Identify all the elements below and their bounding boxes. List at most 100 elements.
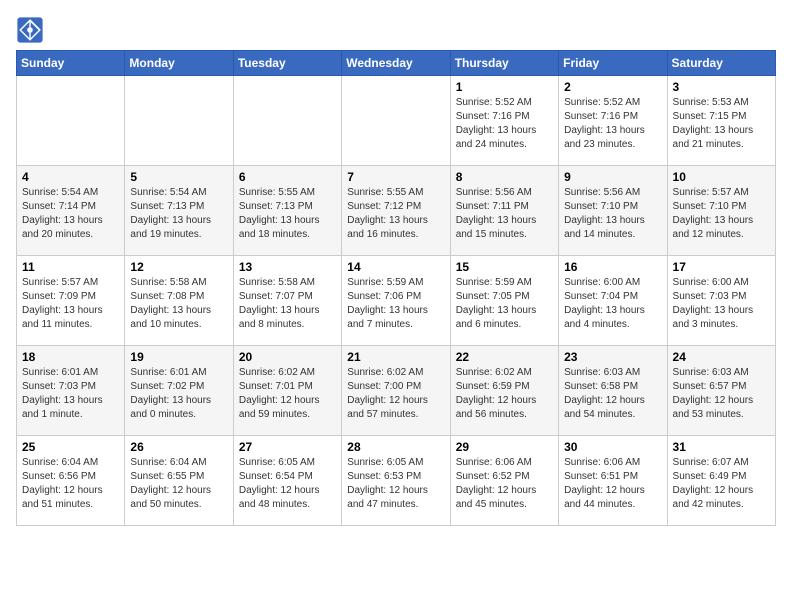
calendar-cell: 6Sunrise: 5:55 AM Sunset: 7:13 PM Daylig… <box>233 166 341 256</box>
day-number: 5 <box>130 170 227 184</box>
day-number: 15 <box>456 260 553 274</box>
day-number: 18 <box>22 350 119 364</box>
day-number: 28 <box>347 440 444 454</box>
calendar-cell: 27 Sunrise: 6:05 AM Sunset: 6:54 PM Dayli… <box>233 436 341 526</box>
day-info: Sunrise: 6:03 AM Sunset: 6:58 PM Dayligh… <box>564 366 661 422</box>
day-number: 1 <box>456 80 553 94</box>
day-number: 20 <box>239 350 336 364</box>
day-number: 29 <box>456 440 553 454</box>
column-header-monday: Monday <box>125 51 233 76</box>
day-info: Sunrise: 5:54 AM Sunset: 7:13 PM Dayligh… <box>130 186 227 242</box>
day-number: 8 <box>456 170 553 184</box>
calendar-cell: 23 Sunrise: 6:03 AM Sunset: 6:58 PM Dayli… <box>559 346 667 436</box>
calendar-cell: 29Sunrise: 6:06 AM Sunset: 6:52 PM Dayli… <box>450 436 558 526</box>
day-number: 13 <box>239 260 336 274</box>
day-info: Sunrise: 5:52 AM Sunset: 7:16 PM Dayligh… <box>564 96 661 152</box>
day-info: Sunrise: 5:56 AM Sunset: 7:10 PM Dayligh… <box>564 186 661 242</box>
calendar-cell: 22 Sunrise: 6:02 AM Sunset: 6:59 PM Dayli… <box>450 346 558 436</box>
calendar-cell: 2 Sunrise: 5:52 AM Sunset: 7:16 PM Daylig… <box>559 76 667 166</box>
day-info: Sunrise: 6:02 AM Sunset: 6:59 PM Dayligh… <box>456 366 553 422</box>
day-number: 4 <box>22 170 119 184</box>
calendar-cell <box>233 76 341 166</box>
column-header-friday: Friday <box>559 51 667 76</box>
column-header-sunday: Sunday <box>17 51 125 76</box>
calendar-cell: 1 Sunrise: 5:52 AM Sunset: 7:16 PM Daylig… <box>450 76 558 166</box>
calendar-cell: 12 Sunrise: 5:58 AM Sunset: 7:08 PM Dayli… <box>125 256 233 346</box>
day-info: Sunrise: 5:59 AM Sunset: 7:06 PM Dayligh… <box>347 276 444 332</box>
day-info: Sunrise: 5:57 AM Sunset: 7:10 PM Dayligh… <box>673 186 770 242</box>
day-number: 22 <box>456 350 553 364</box>
day-info: Sunrise: 6:03 AM Sunset: 6:57 PM Dayligh… <box>673 366 770 422</box>
calendar-cell: 26 Sunrise: 6:04 AM Sunset: 6:55 PM Dayli… <box>125 436 233 526</box>
day-info: Sunrise: 5:55 AM Sunset: 7:13 PM Dayligh… <box>239 186 336 242</box>
day-number: 16 <box>564 260 661 274</box>
day-info: Sunrise: 6:01 AM Sunset: 7:02 PM Dayligh… <box>130 366 227 422</box>
column-header-saturday: Saturday <box>667 51 775 76</box>
calendar-cell <box>125 76 233 166</box>
calendar-cell: 8 Sunrise: 5:56 AM Sunset: 7:11 PM Daylig… <box>450 166 558 256</box>
calendar-cell: 31 Sunrise: 6:07 AM Sunset: 6:49 PM Dayli… <box>667 436 775 526</box>
day-number: 27 <box>239 440 336 454</box>
calendar-cell: 28 Sunrise: 6:05 AM Sunset: 6:53 PM Dayli… <box>342 436 450 526</box>
week-row-1: 1 Sunrise: 5:52 AM Sunset: 7:16 PM Daylig… <box>17 76 776 166</box>
day-number: 31 <box>673 440 770 454</box>
day-info: Sunrise: 5:59 AM Sunset: 7:05 PM Dayligh… <box>456 276 553 332</box>
day-info: Sunrise: 5:58 AM Sunset: 7:07 PM Dayligh… <box>239 276 336 332</box>
day-info: Sunrise: 5:54 AM Sunset: 7:14 PM Dayligh… <box>22 186 119 242</box>
day-info: Sunrise: 5:57 AM Sunset: 7:09 PM Dayligh… <box>22 276 119 332</box>
calendar-cell: 5 Sunrise: 5:54 AM Sunset: 7:13 PM Daylig… <box>125 166 233 256</box>
calendar-cell <box>342 76 450 166</box>
calendar-cell: 14 Sunrise: 5:59 AM Sunset: 7:06 PM Dayli… <box>342 256 450 346</box>
day-info: Sunrise: 5:53 AM Sunset: 7:15 PM Dayligh… <box>673 96 770 152</box>
calendar-cell: 16 Sunrise: 6:00 AM Sunset: 7:04 PM Dayli… <box>559 256 667 346</box>
day-info: Sunrise: 6:04 AM Sunset: 6:55 PM Dayligh… <box>130 456 227 512</box>
calendar-cell: 25 Sunrise: 6:04 AM Sunset: 6:56 PM Dayli… <box>17 436 125 526</box>
day-number: 24 <box>673 350 770 364</box>
calendar-cell <box>17 76 125 166</box>
day-info: Sunrise: 6:05 AM Sunset: 6:54 PM Dayligh… <box>239 456 336 512</box>
day-number: 14 <box>347 260 444 274</box>
calendar-cell: 10 Sunrise: 5:57 AM Sunset: 7:10 PM Dayli… <box>667 166 775 256</box>
day-number: 26 <box>130 440 227 454</box>
logo <box>16 16 48 44</box>
day-number: 25 <box>22 440 119 454</box>
day-number: 10 <box>673 170 770 184</box>
calendar-table: SundayMondayTuesdayWednesdayThursdayFrid… <box>16 50 776 526</box>
calendar-cell: 30Sunrise: 6:06 AM Sunset: 6:51 PM Dayli… <box>559 436 667 526</box>
day-info: Sunrise: 5:56 AM Sunset: 7:11 PM Dayligh… <box>456 186 553 242</box>
calendar-cell: 20Sunrise: 6:02 AM Sunset: 7:01 PM Dayli… <box>233 346 341 436</box>
header-row: SundayMondayTuesdayWednesdayThursdayFrid… <box>17 51 776 76</box>
calendar-cell: 24 Sunrise: 6:03 AM Sunset: 6:57 PM Dayli… <box>667 346 775 436</box>
day-number: 3 <box>673 80 770 94</box>
day-number: 19 <box>130 350 227 364</box>
day-number: 11 <box>22 260 119 274</box>
calendar-cell: 21Sunrise: 6:02 AM Sunset: 7:00 PM Dayli… <box>342 346 450 436</box>
day-info: Sunrise: 6:00 AM Sunset: 7:04 PM Dayligh… <box>564 276 661 332</box>
day-info: Sunrise: 5:55 AM Sunset: 7:12 PM Dayligh… <box>347 186 444 242</box>
week-row-4: 18 Sunrise: 6:01 AM Sunset: 7:03 PM Dayli… <box>17 346 776 436</box>
calendar-cell: 3 Sunrise: 5:53 AM Sunset: 7:15 PM Daylig… <box>667 76 775 166</box>
day-info: Sunrise: 6:01 AM Sunset: 7:03 PM Dayligh… <box>22 366 119 422</box>
day-number: 23 <box>564 350 661 364</box>
column-header-thursday: Thursday <box>450 51 558 76</box>
week-row-3: 11 Sunrise: 5:57 AM Sunset: 7:09 PM Dayli… <box>17 256 776 346</box>
day-info: Sunrise: 6:04 AM Sunset: 6:56 PM Dayligh… <box>22 456 119 512</box>
week-row-2: 4 Sunrise: 5:54 AM Sunset: 7:14 PM Daylig… <box>17 166 776 256</box>
calendar-cell: 19 Sunrise: 6:01 AM Sunset: 7:02 PM Dayli… <box>125 346 233 436</box>
day-info: Sunrise: 6:06 AM Sunset: 6:51 PM Dayligh… <box>564 456 661 512</box>
header <box>16 16 776 44</box>
day-info: Sunrise: 5:58 AM Sunset: 7:08 PM Dayligh… <box>130 276 227 332</box>
day-info: Sunrise: 5:52 AM Sunset: 7:16 PM Dayligh… <box>456 96 553 152</box>
day-number: 9 <box>564 170 661 184</box>
calendar-cell: 17Sunrise: 6:00 AM Sunset: 7:03 PM Dayli… <box>667 256 775 346</box>
day-number: 2 <box>564 80 661 94</box>
day-info: Sunrise: 6:05 AM Sunset: 6:53 PM Dayligh… <box>347 456 444 512</box>
day-number: 7 <box>347 170 444 184</box>
day-info: Sunrise: 6:07 AM Sunset: 6:49 PM Dayligh… <box>673 456 770 512</box>
logo-icon <box>16 16 44 44</box>
calendar-cell: 15 Sunrise: 5:59 AM Sunset: 7:05 PM Dayli… <box>450 256 558 346</box>
week-row-5: 25 Sunrise: 6:04 AM Sunset: 6:56 PM Dayli… <box>17 436 776 526</box>
day-number: 12 <box>130 260 227 274</box>
calendar-cell: 7 Sunrise: 5:55 AM Sunset: 7:12 PM Daylig… <box>342 166 450 256</box>
calendar-cell: 13 Sunrise: 5:58 AM Sunset: 7:07 PM Dayli… <box>233 256 341 346</box>
